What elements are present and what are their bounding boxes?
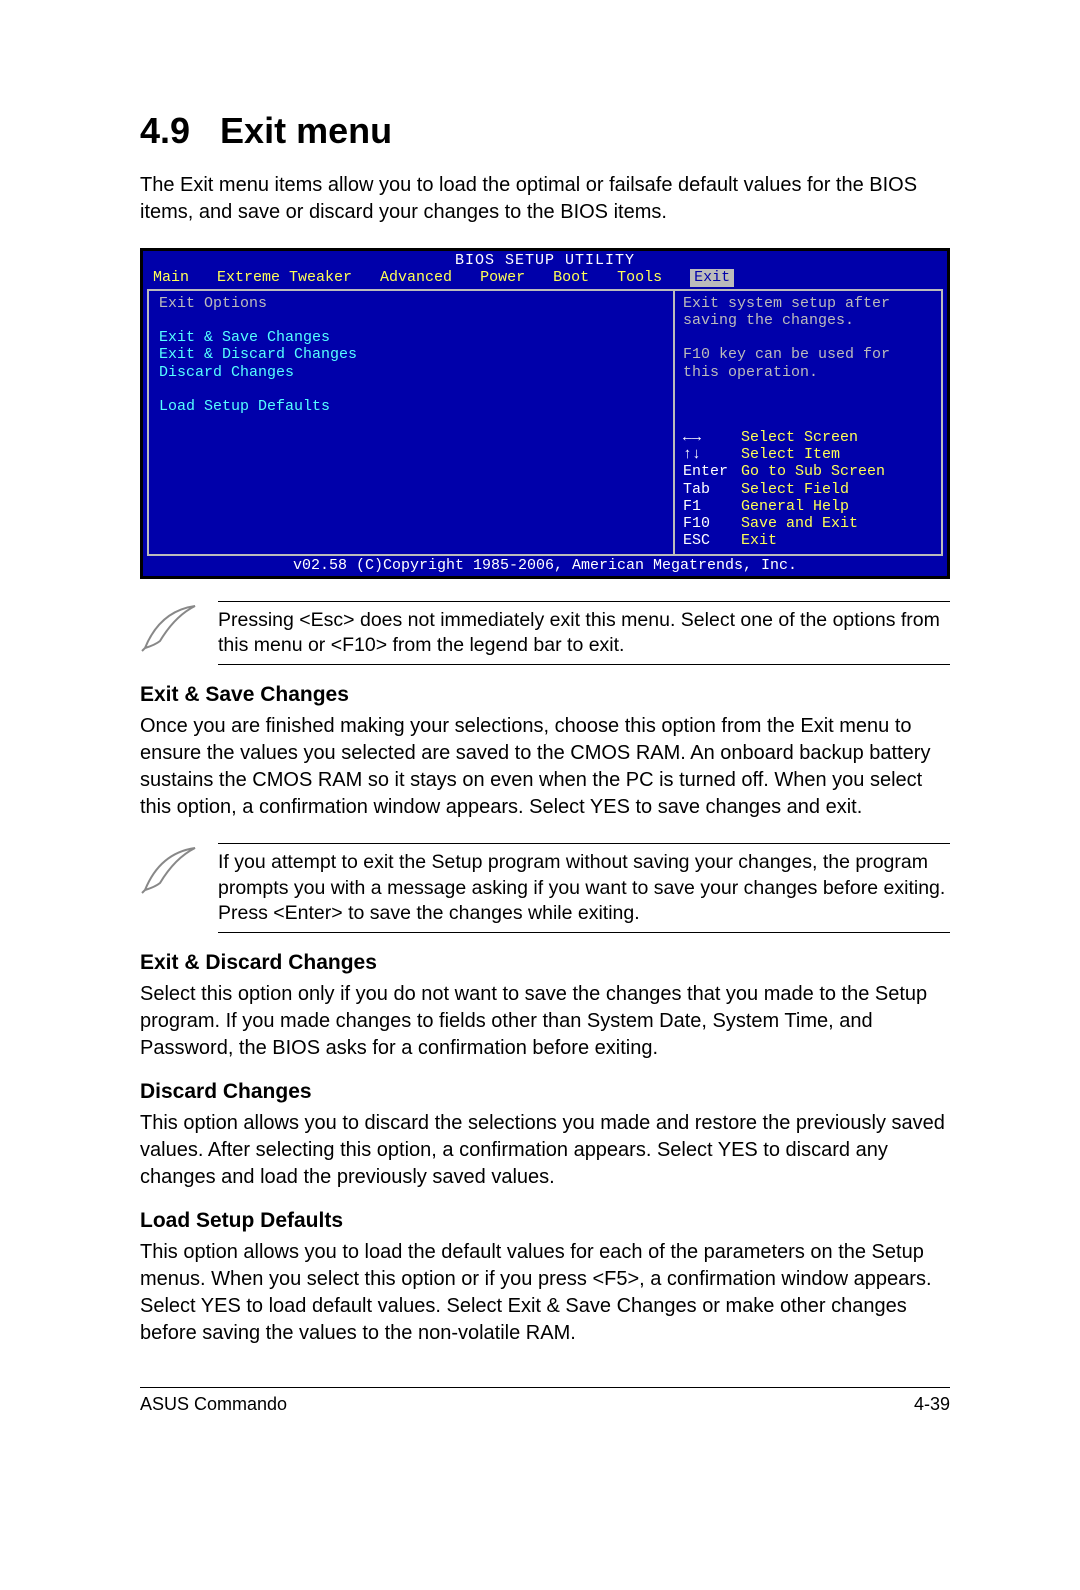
bios-tab-advanced: Advanced bbox=[380, 269, 452, 286]
subhead-exit-save: Exit & Save Changes bbox=[140, 683, 950, 707]
bios-nav-legend: ←→Select Screen ↑↓Select Item EnterGo to… bbox=[683, 429, 933, 550]
para-load-defaults: This option allows you to load the defau… bbox=[140, 1239, 950, 1347]
note-2-text: If you attempt to exit the Setup program… bbox=[218, 843, 950, 933]
quill-icon bbox=[140, 843, 218, 900]
note-1-text: Pressing <Esc> does not immediately exit… bbox=[218, 601, 950, 666]
bios-item-exit-save: Exit & Save Changes bbox=[159, 329, 663, 346]
para-exit-discard: Select this option only if you do not wa… bbox=[140, 981, 950, 1062]
bios-options-pane: Exit Options Exit & Save Changes Exit & … bbox=[147, 291, 675, 554]
bios-title: BIOS SETUP UTILITY bbox=[143, 251, 947, 269]
para-discard: This option allows you to discard the se… bbox=[140, 1110, 950, 1191]
bios-item-discard: Discard Changes bbox=[159, 364, 663, 381]
intro-paragraph: The Exit menu items allow you to load th… bbox=[140, 172, 950, 226]
subhead-discard: Discard Changes bbox=[140, 1080, 950, 1104]
note-2: If you attempt to exit the Setup program… bbox=[140, 843, 950, 933]
bios-tab-main: Main bbox=[153, 269, 189, 286]
bios-footer: v02.58 (C)Copyright 1985-2006, American … bbox=[143, 556, 947, 576]
footer-left: ASUS Commando bbox=[140, 1394, 287, 1415]
bios-tab-extreme: Extreme Tweaker bbox=[217, 269, 352, 286]
bios-help-pane: Exit system setup after saving the chang… bbox=[675, 291, 943, 554]
para-exit-save: Once you are finished making your select… bbox=[140, 713, 950, 821]
heading-title: Exit menu bbox=[220, 110, 392, 151]
quill-icon bbox=[140, 601, 218, 658]
bios-tab-exit: Exit bbox=[690, 269, 734, 286]
bios-tab-bar: Main Extreme Tweaker Advanced Power Boot… bbox=[143, 269, 947, 288]
section-heading: 4.9 Exit menu bbox=[140, 110, 950, 152]
bios-tab-boot: Boot bbox=[553, 269, 589, 286]
page-footer: ASUS Commando 4-39 bbox=[140, 1387, 950, 1415]
bios-section-label: Exit Options bbox=[159, 295, 663, 312]
bios-screenshot: BIOS SETUP UTILITY Main Extreme Tweaker … bbox=[140, 248, 950, 579]
bios-tab-tools: Tools bbox=[617, 269, 662, 286]
bios-item-load-defaults: Load Setup Defaults bbox=[159, 398, 663, 415]
subhead-load-defaults: Load Setup Defaults bbox=[140, 1209, 950, 1233]
heading-number: 4.9 bbox=[140, 110, 190, 151]
bios-item-exit-discard: Exit & Discard Changes bbox=[159, 346, 663, 363]
bios-help-text: Exit system setup after saving the chang… bbox=[683, 295, 933, 381]
subhead-exit-discard: Exit & Discard Changes bbox=[140, 951, 950, 975]
footer-right: 4-39 bbox=[914, 1394, 950, 1415]
note-1: Pressing <Esc> does not immediately exit… bbox=[140, 601, 950, 666]
bios-tab-power: Power bbox=[480, 269, 525, 286]
